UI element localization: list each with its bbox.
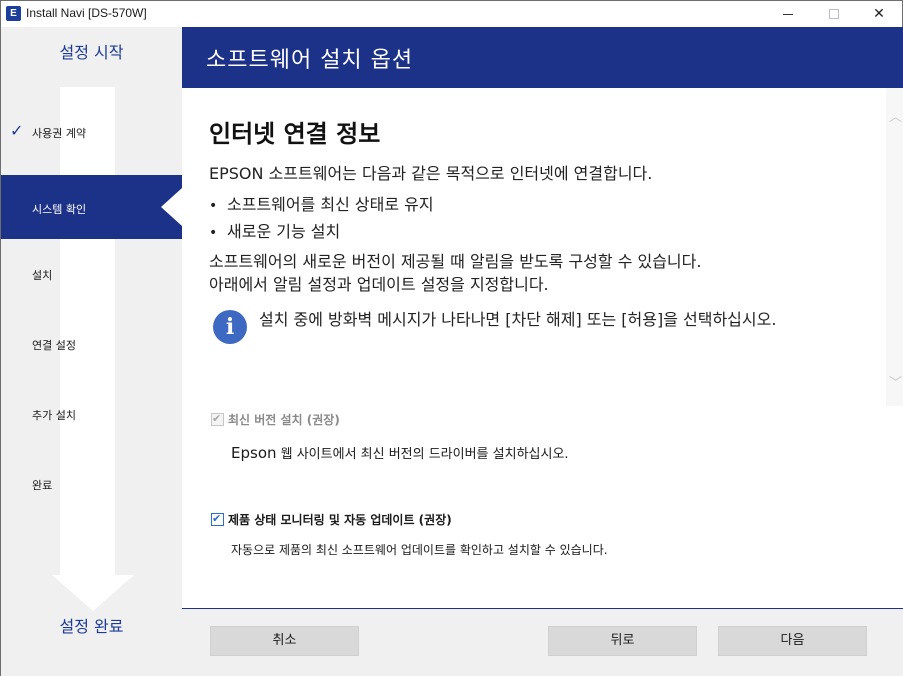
setup-start-label: 설정 시작: [59, 43, 124, 62]
next-button[interactable]: 다음: [718, 626, 867, 656]
step-install: 설치: [1, 241, 182, 305]
step-finish: 완료: [1, 451, 182, 515]
firewall-notice: 설치 중에 방화벽 메시지가 나타나면 [차단 해제] 또는 [허용]을 선택하…: [259, 310, 777, 329]
step-label: 설치: [32, 269, 53, 282]
checkbox-label: 제품 상태 모니터링 및 자동 업데이트 (권장): [228, 513, 452, 527]
step-label: 시스템 확인: [32, 203, 87, 216]
notification-description: 소프트웨어의 새로운 버전이 제공될 때 알림을 받도록 구성할 수 있습니다.…: [209, 250, 701, 296]
list-item: • 소프트웨어를 최신 상태로 유지: [209, 191, 434, 218]
epson-app-icon: E: [6, 6, 21, 21]
step-label: 사용권 계약: [32, 127, 87, 140]
minimize-icon: [783, 14, 793, 15]
step-sidebar: 설정 시작 ✓ 사용권 계약 시스템 확인 설치 연결 설정 추가 설치 완료 …: [1, 27, 182, 676]
auto-update-checkbox[interactable]: ✔ 제품 상태 모니터링 및 자동 업데이트 (권장): [211, 511, 452, 528]
step-license-agreement: ✓ 사용권 계약: [1, 99, 182, 163]
progress-arrow-head: [52, 575, 134, 611]
purpose-list: • 소프트웨어를 최신 상태로 유지 • 새로운 기능 설치: [209, 191, 434, 245]
checkmark-icon: ✔: [212, 412, 222, 425]
bullet-icon: •: [209, 225, 218, 241]
step-connection-setup: 연결 설정: [1, 311, 182, 375]
cancel-button[interactable]: 취소: [210, 626, 359, 656]
checkbox-box: ✔: [211, 412, 224, 426]
active-step-pointer: [161, 188, 182, 226]
scroll-up-icon[interactable]: ︿: [889, 111, 902, 124]
installer-window: E Install Navi [DS-570W] ✕ 설정 시작 ✓ 사용권 계…: [0, 0, 903, 676]
step-label: 완료: [32, 479, 53, 492]
checkmark-icon: ✔: [212, 512, 222, 525]
maximize-icon: [829, 9, 839, 19]
close-button[interactable]: ✕: [856, 1, 902, 27]
list-item-text: 새로운 기능 설치: [227, 222, 341, 241]
latest-version-description: Epson 웹 사이트에서 최신 버전의 드라이버를 설치하십시오.: [231, 443, 569, 462]
latest-version-checkbox[interactable]: ✔ 최신 버전 설치 (권장): [211, 411, 340, 428]
intro-text: EPSON 소프트웨어는 다음과 같은 목적으로 인터넷에 연결합니다.: [209, 164, 653, 183]
step-additional-install: 추가 설치: [1, 381, 182, 445]
page-title: 소프트웨어 설치 옵션: [206, 48, 414, 73]
description-line: 아래에서 알림 설정과 업데이트 설정을 지정합니다.: [209, 275, 549, 294]
checkbox-box: ✔: [211, 512, 224, 526]
button-bar: 취소 뒤로 다음: [182, 609, 903, 676]
bullet-icon: •: [209, 198, 218, 214]
back-button[interactable]: 뒤로: [548, 626, 697, 656]
step-label: 연결 설정: [32, 339, 76, 352]
vertical-scrollbar[interactable]: ︿ ﹀: [886, 88, 903, 406]
title-bar: E Install Navi [DS-570W] ✕: [1, 1, 902, 27]
list-item-text: 소프트웨어를 최신 상태로 유지: [227, 195, 434, 214]
step-system-check: 시스템 확인: [1, 175, 182, 239]
check-icon: ✓: [10, 121, 24, 140]
step-label: 추가 설치: [32, 409, 76, 422]
main-content: 인터넷 연결 정보 EPSON 소프트웨어는 다음과 같은 목적으로 인터넷에 …: [182, 88, 903, 608]
info-scroll-pane[interactable]: 인터넷 연결 정보 EPSON 소프트웨어는 다음과 같은 목적으로 인터넷에 …: [182, 88, 885, 406]
brand-name: Epson: [231, 444, 277, 462]
description-text: 웹 사이트에서 최신 버전의 드라이버를 설치하십시오.: [276, 447, 569, 462]
section-heading: 인터넷 연결 정보: [209, 120, 381, 148]
list-item: • 새로운 기능 설치: [209, 218, 434, 245]
page-header: 소프트웨어 설치 옵션: [182, 27, 903, 88]
maximize-button[interactable]: [811, 1, 857, 27]
scroll-down-icon[interactable]: ﹀: [889, 377, 902, 390]
info-icon: i: [213, 310, 247, 344]
description-line: 소프트웨어의 새로운 버전이 제공될 때 알림을 받도록 구성할 수 있습니다.: [209, 252, 702, 271]
auto-update-description: 자동으로 제품의 최신 소프트웨어 업데이트를 확인하고 설치할 수 있습니다.: [231, 543, 608, 557]
setup-complete-label: 설정 완료: [59, 617, 124, 636]
checkbox-label: 최신 버전 설치 (권장): [228, 413, 340, 427]
window-title: Install Navi [DS-570W]: [26, 6, 147, 20]
minimize-button[interactable]: [765, 1, 811, 27]
